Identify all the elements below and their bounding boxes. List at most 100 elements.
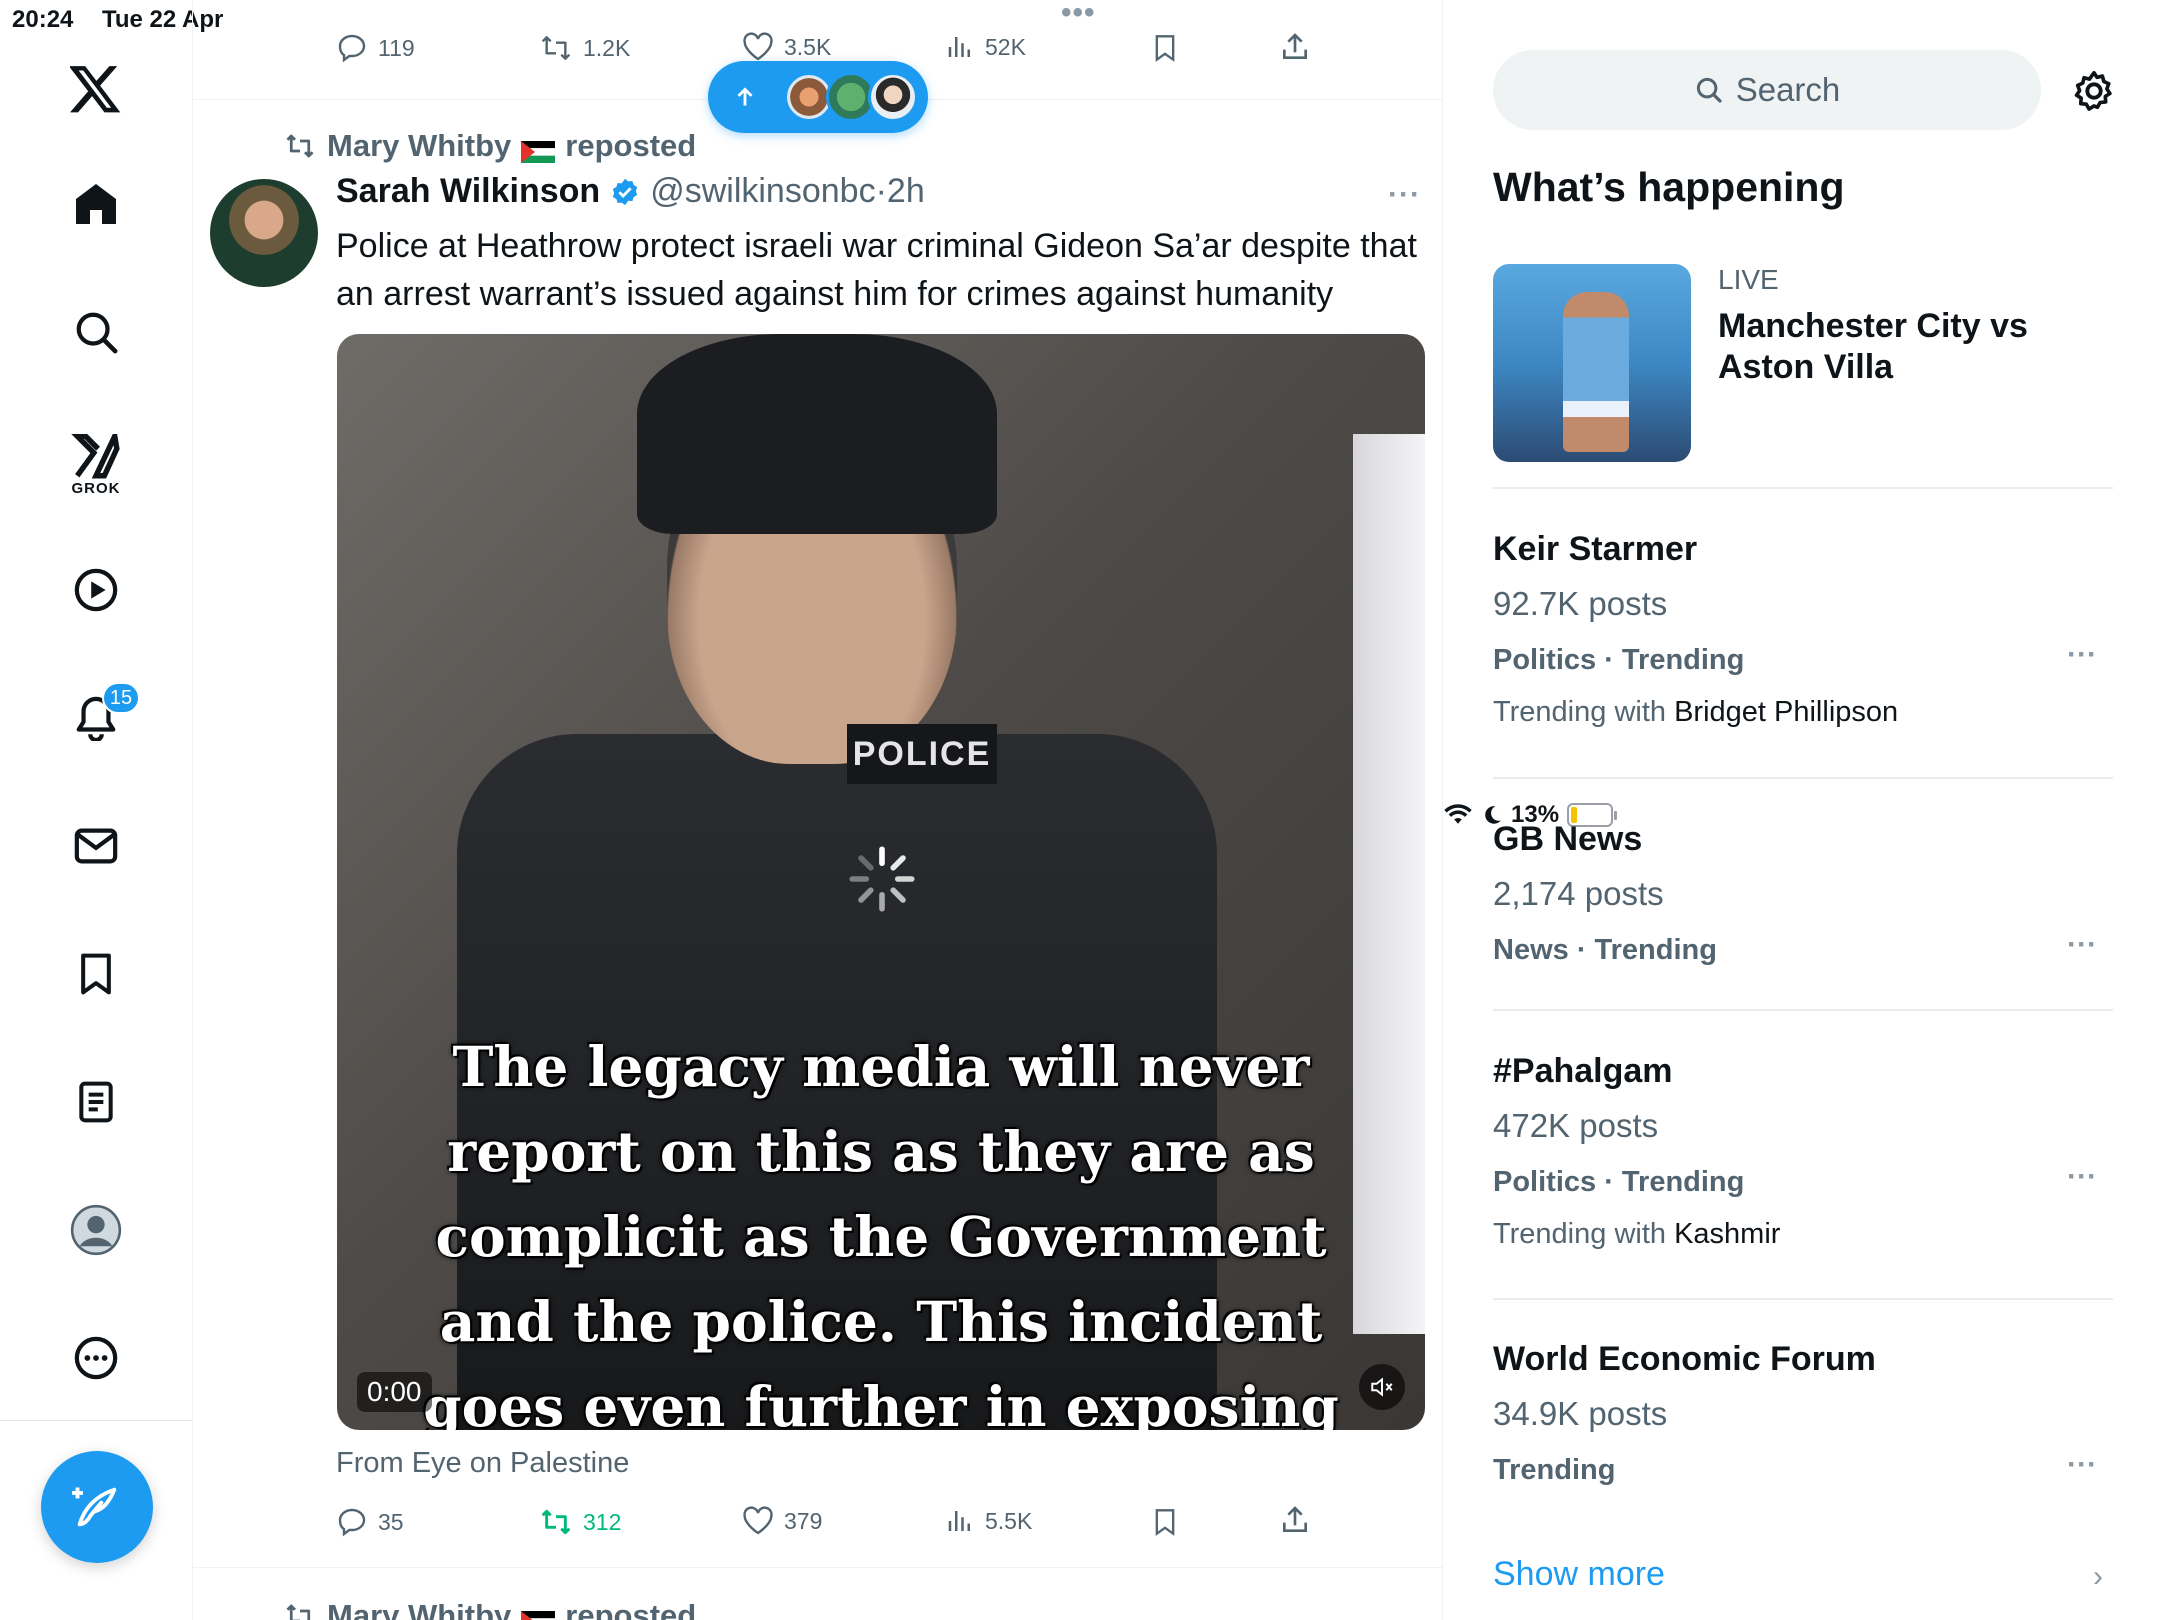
trend-topic: #Pahalgam bbox=[1493, 1052, 1673, 1090]
notifications-badge: 15 bbox=[102, 682, 140, 714]
time-separator: · bbox=[875, 172, 887, 210]
next-reposted-by-name[interactable]: Mary Whitby bbox=[327, 1598, 511, 1620]
arrow-up-icon bbox=[737, 87, 753, 106]
right-sidebar: Search What’s happening LIVE Manchester … bbox=[1443, 0, 2160, 1620]
settings-button[interactable] bbox=[2071, 68, 2117, 119]
trend-category: Politics · Trending bbox=[1493, 644, 1745, 676]
show-more-link[interactable]: Show more bbox=[1493, 1555, 1665, 1594]
nav-grok[interactable]: GROK bbox=[56, 420, 136, 510]
nav-notifications[interactable]: 15 bbox=[56, 678, 140, 758]
nav-video[interactable] bbox=[56, 550, 136, 630]
trend-with-link[interactable]: Kashmir bbox=[1674, 1218, 1780, 1250]
trend-divider bbox=[1493, 1009, 2113, 1011]
loading-spinner-icon bbox=[849, 846, 915, 912]
views-button[interactable]: 5.5K bbox=[945, 1506, 1032, 1536]
repost-icon bbox=[286, 134, 314, 158]
author-name[interactable]: Sarah Wilkinson bbox=[336, 172, 600, 211]
trend-item[interactable]: World Economic Forum 34.9K posts Trendin… bbox=[1493, 1340, 2113, 1500]
repost-button[interactable]: 312 bbox=[539, 1506, 621, 1538]
trend-topic: World Economic Forum bbox=[1493, 1340, 1876, 1378]
trend-count: 472K posts bbox=[1493, 1107, 1659, 1144]
search-bar[interactable]: Search bbox=[1493, 50, 2041, 130]
trend-more-icon[interactable]: ··· bbox=[2067, 1448, 2097, 1482]
repost-indicator: Mary Whitby reposted bbox=[283, 128, 696, 164]
live-event-card[interactable]: LIVE Manchester City vs Aston Villa bbox=[1493, 264, 2113, 464]
repost-icon bbox=[541, 1509, 571, 1535]
heart-icon bbox=[743, 1506, 773, 1535]
views-chart-icon bbox=[948, 1511, 970, 1531]
prev-views-count: 52K bbox=[985, 33, 1026, 60]
author-avatar[interactable] bbox=[210, 179, 318, 287]
heart-icon bbox=[743, 32, 773, 61]
nav-explore[interactable] bbox=[56, 292, 136, 372]
prev-like-button[interactable]: 3.5K bbox=[742, 32, 831, 62]
trend-divider bbox=[1493, 777, 2113, 779]
prev-like-count: 3.5K bbox=[784, 33, 832, 60]
live-label: LIVE bbox=[1718, 264, 1779, 295]
envelope-icon bbox=[74, 828, 118, 864]
video-source[interactable]: From Eye on Palestine bbox=[336, 1447, 629, 1480]
multitask-dots-icon[interactable]: ••• bbox=[1061, 0, 1096, 30]
section-title: What’s happening bbox=[1493, 164, 1845, 210]
bookmark-icon bbox=[1155, 1509, 1175, 1536]
video-icon bbox=[74, 568, 118, 612]
trend-more-icon[interactable]: ··· bbox=[2067, 928, 2097, 962]
trend-category: Politics · Trending bbox=[1493, 1166, 1745, 1198]
caption-line: and the police. This incident bbox=[439, 1289, 1323, 1354]
reposted-label: reposted bbox=[565, 128, 697, 163]
views-chart-icon bbox=[948, 37, 970, 57]
trend-with: Trending with Kashmir bbox=[1493, 1218, 1781, 1250]
trend-item[interactable]: Keir Starmer 92.7K posts Politics · Tren… bbox=[1493, 530, 2113, 750]
like-count: 379 bbox=[784, 1507, 823, 1534]
bookmark-icon bbox=[1155, 35, 1175, 62]
tweet-video[interactable]: POLICE The legacy media will never repor… bbox=[337, 334, 1425, 1430]
nav-more[interactable] bbox=[56, 1318, 136, 1398]
prev-bookmark-button[interactable] bbox=[1151, 32, 1179, 64]
prev-reply-button[interactable]: 119 bbox=[336, 32, 415, 64]
reply-icon bbox=[338, 1508, 366, 1537]
speaker-muted-icon bbox=[1371, 1377, 1393, 1397]
palestine-flag-icon bbox=[521, 1605, 556, 1620]
nav-home[interactable] bbox=[56, 164, 136, 244]
compose-button[interactable] bbox=[41, 1451, 153, 1563]
nav-messages[interactable] bbox=[56, 806, 136, 886]
trend-with: Trending with Bridget Phillipson bbox=[1493, 696, 1899, 728]
video-caption: The legacy media will never report on th… bbox=[337, 1024, 1425, 1430]
like-button[interactable]: 379 bbox=[742, 1506, 822, 1536]
caption-line: goes even further in exposing bbox=[423, 1374, 1339, 1430]
more-circle-icon bbox=[74, 1336, 118, 1380]
share-button[interactable] bbox=[1279, 1503, 1311, 1537]
grok-icon bbox=[71, 433, 120, 478]
nav-profile[interactable] bbox=[56, 1190, 136, 1270]
trend-item[interactable]: GB News 2,174 posts News · Trending ··· bbox=[1493, 820, 2113, 980]
trend-count: 2,174 posts bbox=[1493, 875, 1664, 912]
prev-share-button[interactable] bbox=[1279, 30, 1311, 64]
trend-more-icon[interactable]: ··· bbox=[2067, 1160, 2097, 1194]
trend-category: Trending bbox=[1493, 1454, 1616, 1486]
video-police-patch: POLICE bbox=[847, 724, 997, 784]
nav-lists[interactable] bbox=[56, 1062, 136, 1142]
author-handle[interactable]: @swilkinsonbc bbox=[650, 172, 875, 211]
home-icon bbox=[76, 184, 116, 224]
profile-avatar-icon bbox=[70, 1204, 122, 1256]
verified-badge-icon bbox=[613, 178, 638, 205]
nav-bookmarks[interactable] bbox=[56, 934, 136, 1014]
new-posts-pill[interactable] bbox=[708, 61, 928, 133]
reply-button[interactable]: 35 bbox=[336, 1506, 404, 1538]
caption-line: The legacy media will never bbox=[452, 1034, 1310, 1099]
post-time[interactable]: 2h bbox=[887, 172, 925, 211]
reposted-by-name[interactable]: Mary Whitby bbox=[327, 128, 511, 164]
bookmark-button[interactable] bbox=[1151, 1506, 1179, 1538]
next-reposted-label: reposted bbox=[565, 1598, 697, 1620]
x-logo[interactable] bbox=[56, 50, 136, 130]
trend-more-icon[interactable]: ··· bbox=[2067, 638, 2097, 672]
tweet-more-icon[interactable]: ··· bbox=[1388, 178, 1421, 212]
main-feed: 119 1.2K 3.5K 52K ••• Mary Whitby repost… bbox=[193, 0, 1443, 1620]
trend-count: 34.9K posts bbox=[1493, 1395, 1668, 1432]
mute-button[interactable] bbox=[1359, 1364, 1405, 1410]
prev-repost-button[interactable]: 1.2K bbox=[539, 32, 630, 64]
left-nav: GROK 15 bbox=[0, 0, 193, 1620]
trend-with-link[interactable]: Bridget Phillipson bbox=[1674, 696, 1898, 728]
prev-views-button[interactable]: 52K bbox=[945, 32, 1026, 62]
trend-item[interactable]: #Pahalgam 472K posts Politics · Trending… bbox=[1493, 1052, 2113, 1272]
